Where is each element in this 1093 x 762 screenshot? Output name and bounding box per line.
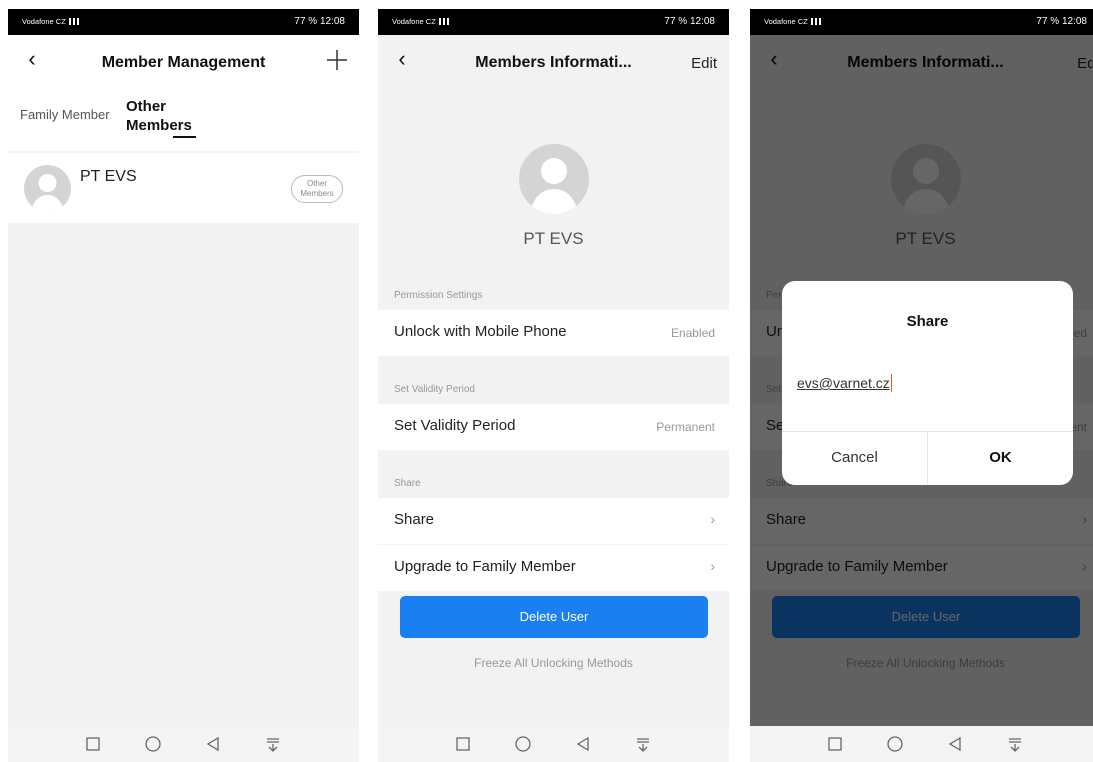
text-caret — [890, 374, 892, 392]
carrier-name: Vodafone CZ — [764, 17, 808, 26]
app-bar: ‹ Members Informati... Edit — [378, 35, 729, 87]
row-label: Upgrade to Family Member — [394, 558, 576, 575]
carrier-name: Vodafone CZ — [22, 17, 66, 26]
chevron-right-icon: › — [710, 511, 715, 527]
phone-screen-member-management: Vodafone CZ 77 % 12:08 ‹ Member Manageme… — [8, 9, 359, 762]
member-list-item[interactable]: PT EVS Other Members — [8, 153, 359, 223]
avatar-icon — [519, 144, 589, 214]
square-icon[interactable] — [823, 732, 847, 756]
row-label: Set Validity Period — [394, 417, 516, 434]
plus-icon[interactable] — [325, 48, 349, 72]
clock: 12:08 — [319, 16, 345, 27]
battery-level: 77 % — [294, 16, 318, 27]
ok-button[interactable]: OK — [928, 431, 1073, 485]
cancel-button[interactable]: Cancel — [782, 431, 927, 485]
input-value: evs@varnet.cz — [797, 375, 890, 391]
status-bar: Vodafone CZ 77 % 12:08 — [378, 9, 729, 35]
system-nav-bar — [8, 726, 359, 762]
circle-icon[interactable] — [511, 732, 535, 756]
dialog-title: Share — [906, 313, 949, 330]
row-label: Share — [394, 511, 435, 528]
circle-icon[interactable] — [883, 732, 907, 756]
row-value: Enabled — [670, 326, 715, 340]
system-nav-bar — [378, 726, 729, 762]
status-bar: Vodafone CZ 77 % 12:08 — [750, 9, 1093, 35]
download-icon[interactable] — [631, 732, 655, 756]
app-bar: ‹ Member Management — [8, 35, 359, 87]
page-title: Member Management — [101, 54, 266, 71]
member-type-badge: Other Members — [291, 175, 343, 203]
upgrade-row[interactable]: Upgrade to Family Member › — [378, 545, 729, 591]
triangle-back-icon[interactable] — [201, 732, 225, 756]
delete-user-button[interactable]: Delete User — [400, 596, 708, 638]
triangle-back-icon[interactable] — [943, 732, 967, 756]
square-icon[interactable] — [451, 732, 475, 756]
validity-period-row[interactable]: Set Validity Period Permanent — [378, 404, 729, 450]
row-label: Unlock with Mobile Phone — [394, 323, 567, 340]
battery-level: 77 % — [1036, 16, 1060, 27]
signal-icon — [810, 18, 821, 25]
edit-button[interactable]: Edit — [691, 55, 717, 72]
member-name: PT EVS — [523, 229, 584, 248]
clock: 12:08 — [689, 16, 715, 27]
row-value: Permanent — [656, 420, 715, 434]
status-bar: Vodafone CZ 77 % 12:08 — [8, 9, 359, 35]
avatar-icon — [24, 165, 71, 212]
signal-icon — [438, 18, 449, 25]
tab-family-member[interactable]: Family Member — [20, 107, 110, 122]
clock: 12:08 — [1061, 16, 1087, 27]
circle-icon[interactable] — [141, 732, 165, 756]
share-email-input[interactable]: evs@varnet.cz — [797, 374, 892, 392]
member-name: PT EVS — [80, 168, 137, 185]
triangle-back-icon[interactable] — [571, 732, 595, 756]
system-nav-bar — [750, 726, 1093, 762]
unlock-with-mobile-row[interactable]: Unlock with Mobile Phone Enabled — [378, 310, 729, 356]
profile-header: PT EVS — [378, 87, 729, 267]
signal-icon — [68, 18, 79, 25]
tab-other-members[interactable]: Other Members — [126, 97, 206, 135]
section-header-validity: Set Validity Period — [394, 384, 475, 395]
active-tab-indicator — [173, 136, 196, 138]
chevron-right-icon: › — [710, 558, 715, 574]
download-icon[interactable] — [261, 732, 285, 756]
section-header-share: Share — [394, 478, 421, 489]
square-icon[interactable] — [81, 732, 105, 756]
share-dialog: Share evs@varnet.cz Cancel OK — [782, 281, 1073, 485]
section-header-permission: Permission Settings — [394, 290, 483, 301]
member-tabs: Family Member Other Members — [8, 87, 359, 151]
phone-screen-share-dialog: Vodafone CZ 77 % 12:08 ‹ Members Informa… — [750, 9, 1093, 762]
carrier-name: Vodafone CZ — [392, 17, 436, 26]
page-title: Members Informati... — [475, 54, 632, 71]
share-row[interactable]: Share › — [378, 498, 729, 544]
battery-level: 77 % — [664, 16, 688, 27]
freeze-unlocking-link[interactable]: Freeze All Unlocking Methods — [378, 656, 729, 670]
phone-screen-members-information: Vodafone CZ 77 % 12:08 ‹ Members Informa… — [378, 9, 729, 762]
download-icon[interactable] — [1003, 732, 1027, 756]
